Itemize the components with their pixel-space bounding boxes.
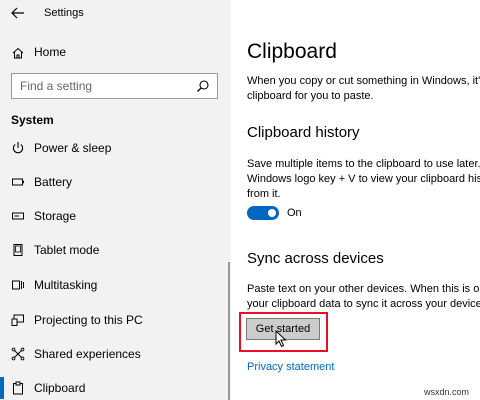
selected-indicator [0,377,4,399]
multitasking-icon [12,280,24,290]
privacy-statement-link[interactable]: Privacy statement [247,361,334,373]
home-icon [12,47,24,59]
sidebar-item-power-sleep[interactable]: Power & sleep [0,133,231,163]
sidebar-item-label: Clipboard [34,381,86,395]
search-icon[interactable] [196,79,210,93]
mouse-cursor-icon [275,330,287,348]
main-content: Clipboard When you copy or cut something… [231,0,480,400]
storage-icon [12,212,24,220]
description-line: your clipboard data to sync it across yo… [247,298,480,310]
nav-home[interactable]: Home [0,40,231,66]
search-box [11,73,218,99]
sidebar-item-clipboard[interactable]: Clipboard [0,373,231,400]
sidebar-item-tablet-mode[interactable]: Tablet mode [0,235,231,265]
tablet-mode-icon [13,244,23,256]
section-title-system: System [11,113,54,127]
intro-line: clipboard for you to paste. [247,90,374,102]
sync-heading: Sync across devices [247,250,384,267]
description-line: Save multiple items to the clipboard to … [247,158,480,170]
sidebar-item-storage[interactable]: Storage [0,201,231,231]
page-title: Clipboard [247,40,337,63]
sidebar-item-shared-experiences[interactable]: Shared experiences [0,339,231,369]
toggle-knob [268,209,276,217]
nav-home-label: Home [34,45,67,59]
clipboard-history-toggle[interactable] [247,206,279,220]
projecting-icon [11,314,24,326]
sidebar: Settings Home System Power & sleep Batte… [0,0,231,400]
app-title: Settings [44,7,84,19]
intro-text: When you copy or cut something in Window… [247,74,480,104]
sync-description: Paste text on your other devices. When t… [247,282,480,312]
power-icon [12,142,24,154]
sidebar-scrollbar[interactable] [228,262,230,400]
sidebar-item-label: Shared experiences [34,347,141,361]
sidebar-item-label: Power & sleep [34,141,112,155]
sidebar-item-label: Battery [34,175,73,189]
sidebar-item-label: Multitasking [34,278,98,292]
back-arrow-icon[interactable] [8,5,28,21]
sidebar-item-battery[interactable]: Battery [0,167,231,197]
description-line: Windows logo key + V to view your clipbo… [247,173,480,185]
intro-line: When you copy or cut something in Window… [247,75,480,87]
search-input[interactable] [12,74,200,98]
description-line: Paste text on your other devices. When t… [247,283,480,295]
description-line: from it. [247,188,281,200]
clipboard-history-heading: Clipboard history [247,124,360,141]
battery-icon [12,178,24,186]
sidebar-item-label: Tablet mode [34,243,100,257]
sidebar-item-multitasking[interactable]: Multitasking [0,270,231,300]
shared-experiences-icon [11,347,25,361]
sidebar-item-projecting[interactable]: Projecting to this PC [0,305,231,335]
toggle-state-label: On [287,207,302,219]
watermark: wsxdn.com [424,387,470,397]
title-bar: Settings [0,0,231,28]
clipboard-icon [13,381,23,395]
sidebar-item-label: Storage [34,209,77,223]
clipboard-history-description: Save multiple items to the clipboard to … [247,157,480,202]
sidebar-item-label: Projecting to this PC [34,313,143,327]
